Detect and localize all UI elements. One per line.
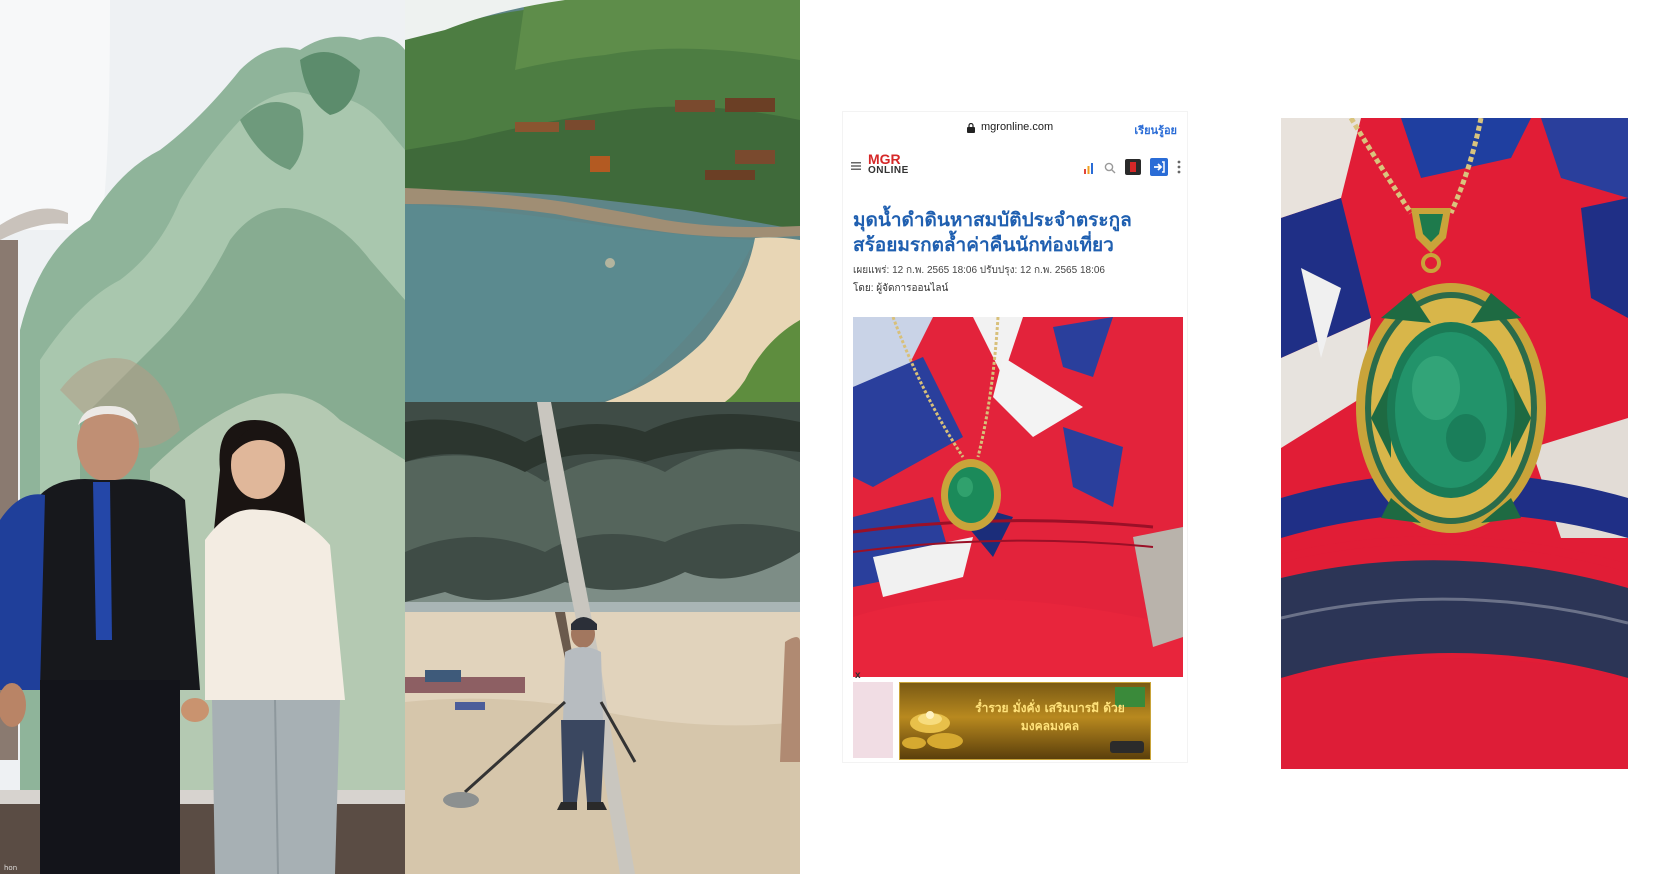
necklace-shirt-illustration xyxy=(853,317,1183,677)
ad-text: ร่ำรวย มั่งคั่ง เสริมบารมี ด้วย มงคลมงคล xyxy=(975,701,1125,733)
ad-side-panel xyxy=(853,682,893,758)
video-icon[interactable] xyxy=(1125,159,1141,180)
emerald-pendant-illustration xyxy=(1281,118,1628,769)
photo-couple-jade-sculpture: hon xyxy=(0,0,405,874)
news-article-screenshot: mgronline.com เรียนรู้อย MGR ONLINE มุดน… xyxy=(843,112,1187,762)
couple-illustration xyxy=(0,0,405,874)
hamburger-menu-icon[interactable] xyxy=(851,162,861,170)
site-navbar: MGR ONLINE xyxy=(843,150,1187,182)
photo-watermark: hon xyxy=(4,864,18,872)
lock-icon xyxy=(967,123,975,133)
chart-icon[interactable] xyxy=(1083,161,1095,179)
article-byline: โดย: ผู้จัดการออนไลน์ xyxy=(853,283,949,294)
beach-illustration xyxy=(405,402,800,874)
ad-banner[interactable]: ร่ำรวย มั่งคั่ง เสริมบารมี ด้วย มงคลมงคล xyxy=(899,682,1151,760)
login-icon[interactable] xyxy=(1150,158,1168,181)
navbar-icons xyxy=(1083,158,1181,181)
more-icon[interactable] xyxy=(1177,160,1181,179)
logo-bottom-text: ONLINE xyxy=(868,165,909,176)
article-title[interactable]: มุดน้ำดำดินหาสมบัติประจำตระกูล สร้อยมรกต… xyxy=(853,208,1179,258)
site-logo[interactable]: MGR ONLINE xyxy=(868,151,909,177)
photo-bay-coastline xyxy=(405,0,800,402)
url-text: mgronline.com xyxy=(981,121,1054,133)
search-icon[interactable] xyxy=(1104,161,1116,179)
photo-emerald-pendant-closeup xyxy=(1281,118,1628,769)
article-meta: เผยแพร่: 12 ก.พ. 2565 18:06 ปรับปรุง: 12… xyxy=(853,265,1105,276)
collage: hon mgronline.com เรียนรู้อย MGR ONLINE … xyxy=(0,0,1680,874)
photo-beach-metal-detector xyxy=(405,402,800,874)
ad-close-button[interactable]: x xyxy=(855,670,861,681)
header-link[interactable]: เรียนรู้อย xyxy=(1134,121,1177,139)
logo-top-text: MGR xyxy=(868,151,901,167)
browser-url-bar[interactable]: mgronline.com เรียนรู้อย xyxy=(843,120,1187,138)
article-photo-necklace xyxy=(853,317,1183,677)
bay-illustration xyxy=(405,0,800,402)
